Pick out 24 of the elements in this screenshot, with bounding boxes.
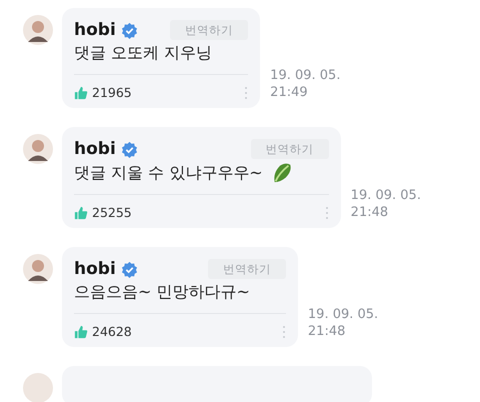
comment-text: 댓글 오또케 지우닝 — [74, 43, 212, 64]
comment-text: 댓글 지울 수 있냐구우우~ — [74, 162, 263, 184]
avatar-icon[interactable] — [23, 254, 53, 284]
comment-time: 21:48 — [308, 323, 346, 341]
author-name[interactable]: hobi — [74, 259, 116, 279]
comment-date: 19. 09. 05. — [308, 306, 378, 324]
comment-date: 19. 09. 05. — [270, 66, 340, 84]
thumbs-up-icon[interactable] — [74, 324, 88, 338]
like-count: 25255 — [92, 205, 132, 220]
thumbs-up-icon[interactable] — [74, 86, 88, 100]
avatar-icon[interactable] — [23, 15, 53, 45]
comment-time: 21:49 — [270, 84, 309, 102]
avatar-icon[interactable] — [23, 134, 53, 164]
author-name[interactable]: hobi — [74, 139, 116, 159]
like-count: 21965 — [92, 85, 132, 100]
comment-time: 21:48 — [350, 204, 390, 222]
more-options-icon[interactable] — [282, 324, 286, 338]
more-options-icon[interactable] — [324, 206, 329, 220]
author-name[interactable]: hobi — [74, 20, 116, 40]
thumbs-up-icon[interactable] — [74, 206, 88, 220]
more-options-icon[interactable] — [244, 86, 248, 100]
comment-date: 19. 09. 05. — [350, 186, 421, 204]
comment-text: 으음으음~ 민망하다규~ — [74, 282, 250, 303]
like-count: 24628 — [92, 324, 132, 339]
